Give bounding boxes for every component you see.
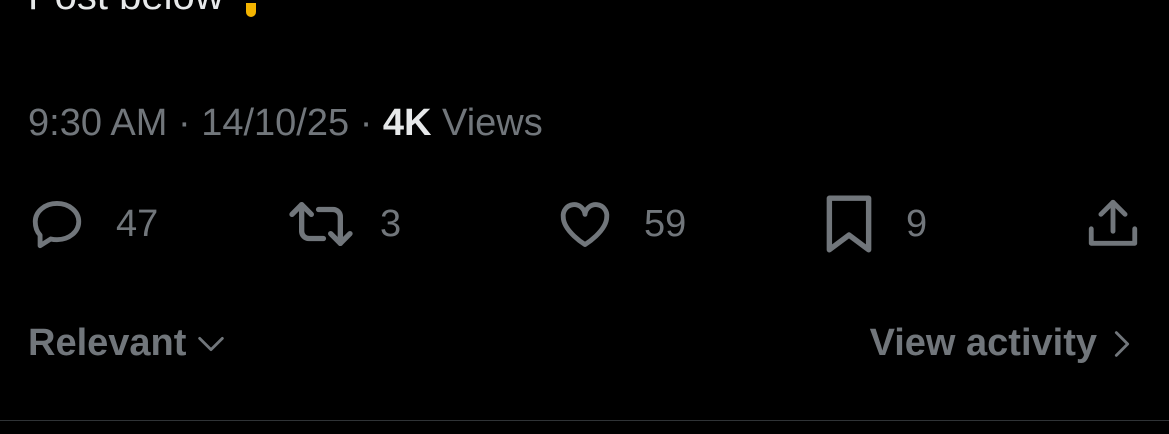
tweet-date[interactable]: 14/10/25 [201,102,349,144]
divider [0,420,1169,421]
view-activity-label: View activity [869,322,1097,364]
retweet-count: 3 [380,202,402,245]
chevron-right-icon [1114,330,1130,357]
share-button[interactable] [1084,192,1142,256]
view-activity-link[interactable]: View activity [870,322,1133,365]
bookmark-count: 9 [906,202,928,245]
tweet-text-partial: Post below [28,0,256,19]
reply-button[interactable]: 47 [28,192,158,256]
pointing-emoji-icon [245,2,256,17]
sort-dropdown[interactable]: Relevant [28,322,228,365]
reply-count: 47 [116,202,159,245]
like-count: 59 [644,202,687,245]
views-count: 4K [382,102,432,144]
action-bar: 47 3 59 9 [0,192,1169,256]
share-icon [1088,199,1138,246]
reply-controls: Relevant View activity [0,322,1169,372]
bookmark-button[interactable]: 9 [822,192,927,256]
heart-icon [560,202,610,247]
reply-icon [32,201,82,249]
tweet-meta: 9:30 AM · 14/10/25 · 4K Views [28,100,543,146]
meta-separator: · [359,102,373,144]
views-label: Views [442,102,543,144]
chevron-down-icon [198,336,225,351]
retweet-button[interactable]: 3 [286,192,401,256]
retweet-icon [289,202,353,246]
tweet-time[interactable]: 9:30 AM [28,102,167,144]
bookmark-icon [826,195,872,253]
tweet-text: Post below [28,0,224,19]
like-button[interactable]: 59 [556,192,686,256]
sort-label: Relevant [28,322,187,364]
meta-separator: · [177,102,191,144]
